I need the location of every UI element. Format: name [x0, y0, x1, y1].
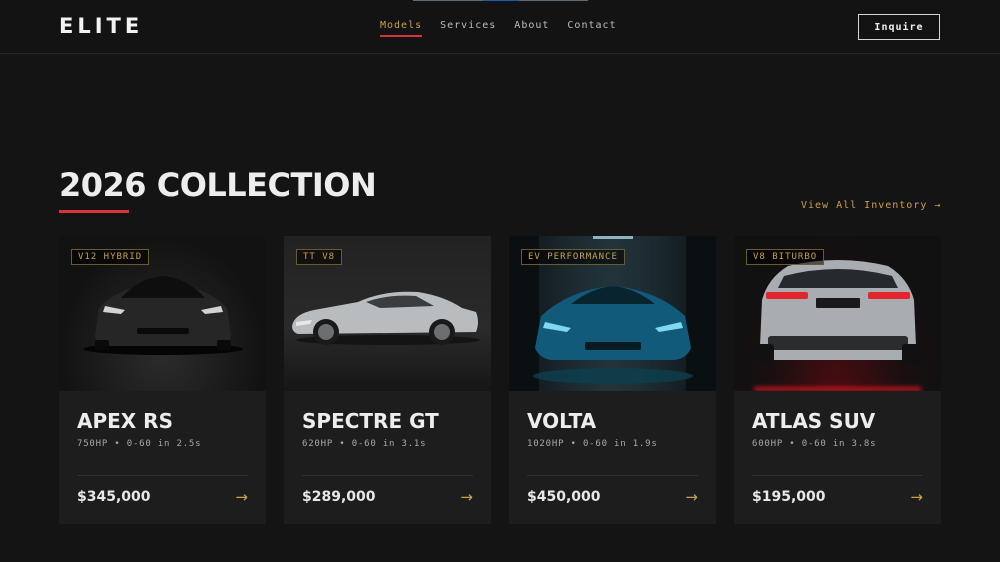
- arrow-right-icon[interactable]: →: [685, 488, 698, 506]
- model-card-spectre-gt[interactable]: TT V8 SPECTRE GT 620HP • 0-60 in 3.1s $2…: [284, 236, 491, 524]
- car-image-apex-rs: V12 HYBRID: [59, 236, 266, 391]
- badge-engine: TT V8: [296, 249, 343, 265]
- card-divider: [302, 475, 473, 476]
- site-header: ELITE Models Services About Contact Inqu…: [0, 0, 1000, 54]
- card-body: APEX RS 750HP • 0-60 in 2.5s: [77, 409, 248, 449]
- model-price: $345,000: [77, 489, 151, 505]
- model-card-grid: V12 HYBRID APEX RS 750HP • 0-60 in 2.5s …: [59, 236, 941, 524]
- arrow-right-icon[interactable]: →: [910, 488, 923, 506]
- model-price: $289,000: [302, 489, 376, 505]
- nav-item-about[interactable]: About: [514, 20, 549, 31]
- view-all-inventory-link[interactable]: View All Inventory →: [801, 200, 941, 211]
- browser-top-strip: [413, 0, 588, 1]
- card-body: SPECTRE GT 620HP • 0-60 in 3.1s: [302, 409, 473, 449]
- arrow-right-icon[interactable]: →: [235, 488, 248, 506]
- model-specs: 1020HP • 0-60 in 1.9s: [527, 439, 658, 449]
- car-image-atlas-suv: V8 BITURBO: [734, 236, 941, 391]
- model-card-atlas-suv[interactable]: V8 BITURBO ATLAS SUV 600HP • 0-60 in 3.8…: [734, 236, 941, 524]
- model-name: ATLAS SUV: [752, 409, 876, 433]
- model-specs: 750HP • 0-60 in 2.5s: [77, 439, 202, 449]
- nav-item-contact[interactable]: Contact: [567, 20, 616, 31]
- model-card-apex-rs[interactable]: V12 HYBRID APEX RS 750HP • 0-60 in 2.5s …: [59, 236, 266, 524]
- model-name: VOLTA: [527, 409, 597, 433]
- model-specs: 600HP • 0-60 in 3.8s: [752, 439, 877, 449]
- badge-engine: V8 BITURBO: [746, 249, 825, 265]
- main-nav: Models Services About Contact: [380, 20, 617, 37]
- inquire-button[interactable]: Inquire: [858, 14, 940, 40]
- card-divider: [752, 475, 923, 476]
- model-card-volta[interactable]: EV PERFORMANCE VOLTA 1020HP • 0-60 in 1.…: [509, 236, 716, 524]
- nav-item-models[interactable]: Models: [380, 20, 423, 37]
- car-image-spectre-gt: TT V8: [284, 236, 491, 391]
- logo[interactable]: ELITE: [59, 14, 143, 38]
- car-image-volta: EV PERFORMANCE: [509, 236, 716, 391]
- nav-item-services[interactable]: Services: [440, 20, 496, 31]
- card-body: VOLTA 1020HP • 0-60 in 1.9s: [527, 409, 698, 449]
- section-title: 2026 COLLECTION: [59, 166, 377, 204]
- model-price: $450,000: [527, 489, 601, 505]
- model-specs: 620HP • 0-60 in 3.1s: [302, 439, 427, 449]
- arrow-right-icon[interactable]: →: [460, 488, 473, 506]
- card-divider: [77, 475, 248, 476]
- card-divider: [527, 475, 698, 476]
- section-title-underline: [59, 210, 129, 213]
- badge-engine: EV PERFORMANCE: [521, 249, 625, 265]
- model-price: $195,000: [752, 489, 826, 505]
- badge-engine: V12 HYBRID: [71, 249, 150, 265]
- model-name: SPECTRE GT: [302, 409, 439, 433]
- card-body: ATLAS SUV 600HP • 0-60 in 3.8s: [752, 409, 923, 449]
- model-name: APEX RS: [77, 409, 173, 433]
